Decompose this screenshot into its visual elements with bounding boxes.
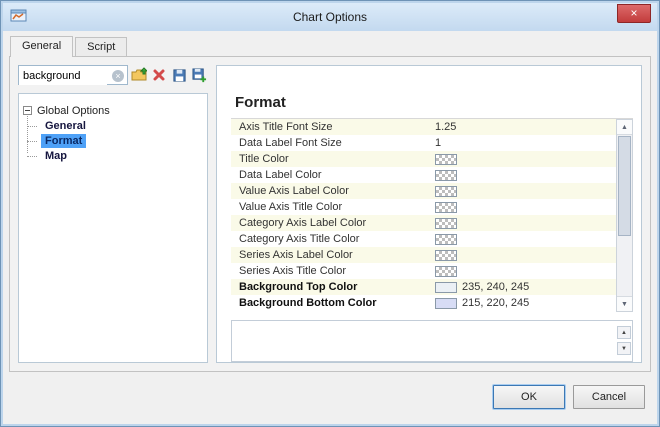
tab-page-general: × xyxy=(9,56,651,372)
scrollbar[interactable]: ▲ ▼ xyxy=(616,119,633,312)
tree-node-map[interactable]: Map xyxy=(35,148,203,163)
spin-up-icon[interactable]: ▲ xyxy=(617,326,631,339)
delete-icon[interactable] xyxy=(150,66,168,84)
clear-search-icon[interactable]: × xyxy=(112,70,124,82)
color-swatch[interactable] xyxy=(435,170,457,181)
property-value[interactable] xyxy=(431,170,616,181)
property-label: Category Axis Label Color xyxy=(231,217,431,229)
property-row[interactable]: Value Axis Label Color xyxy=(231,183,616,199)
property-value[interactable]: 1 xyxy=(431,137,616,149)
cancel-button[interactable]: Cancel xyxy=(573,385,645,409)
open-icon[interactable] xyxy=(130,66,148,84)
property-row[interactable]: Data Label Font Size 1 xyxy=(231,135,616,151)
save-icon[interactable] xyxy=(170,66,188,84)
property-row[interactable]: Series Axis Label Color xyxy=(231,247,616,263)
window-title: Chart Options xyxy=(3,10,657,24)
property-row[interactable]: Data Label Color xyxy=(231,167,616,183)
property-grid-wrap: Axis Title Font Size 1.25 Data Label Font … xyxy=(231,118,633,312)
property-row[interactable]: Background Top Color 235, 240, 245 xyxy=(231,279,616,295)
search-box: × xyxy=(18,65,128,85)
color-swatch[interactable] xyxy=(435,202,457,213)
search-toolbar: × xyxy=(18,65,208,85)
description-scroller: ▲ ▼ xyxy=(617,326,631,355)
property-value[interactable]: 235, 240, 245 xyxy=(431,281,616,293)
color-swatch[interactable] xyxy=(435,282,457,293)
property-row[interactable]: Axis Title Font Size 1.25 xyxy=(231,119,616,135)
search-input[interactable] xyxy=(19,67,107,85)
value-text: 1.25 xyxy=(435,121,456,133)
tree-node-general[interactable]: General xyxy=(35,118,203,133)
property-label: Series Axis Title Color xyxy=(231,265,431,277)
value-text: 235, 240, 245 xyxy=(462,281,529,293)
property-value[interactable] xyxy=(431,250,616,261)
chart-options-dialog: Chart Options × General Script × xyxy=(0,0,660,427)
options-tree: Global Options General Format Map xyxy=(18,93,208,363)
property-value[interactable] xyxy=(431,154,616,165)
scrollbar-thumb[interactable] xyxy=(618,136,631,236)
color-swatch[interactable] xyxy=(435,218,457,229)
property-value[interactable]: 1.25 xyxy=(431,121,616,133)
property-row[interactable]: Series Axis Title Color xyxy=(231,263,616,279)
ok-button[interactable]: OK xyxy=(493,385,565,409)
property-row[interactable]: Title Color xyxy=(231,151,616,167)
property-label: Background Top Color xyxy=(231,281,431,293)
description-panel: ▲ ▼ xyxy=(231,320,633,362)
property-value[interactable] xyxy=(431,202,616,213)
value-text: 1 xyxy=(435,137,441,149)
tree-node-format[interactable]: Format xyxy=(35,133,203,148)
title-bar[interactable]: Chart Options × xyxy=(3,3,657,31)
property-row[interactable]: Value Axis Title Color xyxy=(231,199,616,215)
spin-down-icon[interactable]: ▼ xyxy=(617,342,631,355)
property-row[interactable]: Category Axis Title Color xyxy=(231,231,616,247)
property-label: Data Label Color xyxy=(231,169,431,181)
property-label: Value Axis Title Color xyxy=(231,201,431,213)
property-label: Category Axis Title Color xyxy=(231,233,431,245)
color-swatch[interactable] xyxy=(435,234,457,245)
tree-root-label: Global Options xyxy=(37,105,110,117)
save-as-icon[interactable] xyxy=(190,66,208,84)
property-value[interactable] xyxy=(431,266,616,277)
property-row[interactable]: Category Axis Label Color xyxy=(231,215,616,231)
collapse-icon[interactable] xyxy=(23,106,32,115)
value-text: 215, 220, 245 xyxy=(462,297,529,309)
color-swatch[interactable] xyxy=(435,298,457,309)
property-label: Axis Title Font Size xyxy=(231,121,431,133)
color-swatch[interactable] xyxy=(435,266,457,277)
tree-node-global-options[interactable]: Global Options xyxy=(23,103,203,118)
property-grid: Axis Title Font Size 1.25 Data Label Font … xyxy=(231,119,616,312)
property-value[interactable] xyxy=(431,186,616,197)
tab-general[interactable]: General xyxy=(10,36,73,57)
property-label: Series Axis Label Color xyxy=(231,249,431,261)
property-label: Data Label Font Size xyxy=(231,137,431,149)
property-value[interactable] xyxy=(431,234,616,245)
color-swatch[interactable] xyxy=(435,186,457,197)
scroll-down-icon[interactable]: ▼ xyxy=(617,296,632,311)
property-label: Background Bottom Color xyxy=(231,297,431,309)
tree-children: General Format Map xyxy=(35,118,203,163)
color-swatch[interactable] xyxy=(435,154,457,165)
scroll-up-icon[interactable]: ▲ xyxy=(617,120,632,135)
close-button[interactable]: × xyxy=(617,4,651,23)
left-column: × xyxy=(18,65,208,363)
property-label: Value Axis Label Color xyxy=(231,185,431,197)
property-value[interactable] xyxy=(431,218,616,229)
format-panel: Format Axis Title Font Size 1.25 Data Labe… xyxy=(216,65,642,363)
property-row[interactable]: Background Bottom Color 215, 220, 245 xyxy=(231,295,616,311)
page-title: Format xyxy=(235,94,286,111)
property-value[interactable]: 215, 220, 245 xyxy=(431,297,616,309)
tab-bar: General Script xyxy=(10,37,129,57)
property-label: Title Color xyxy=(231,153,431,165)
color-swatch[interactable] xyxy=(435,250,457,261)
tab-script[interactable]: Script xyxy=(75,37,127,56)
